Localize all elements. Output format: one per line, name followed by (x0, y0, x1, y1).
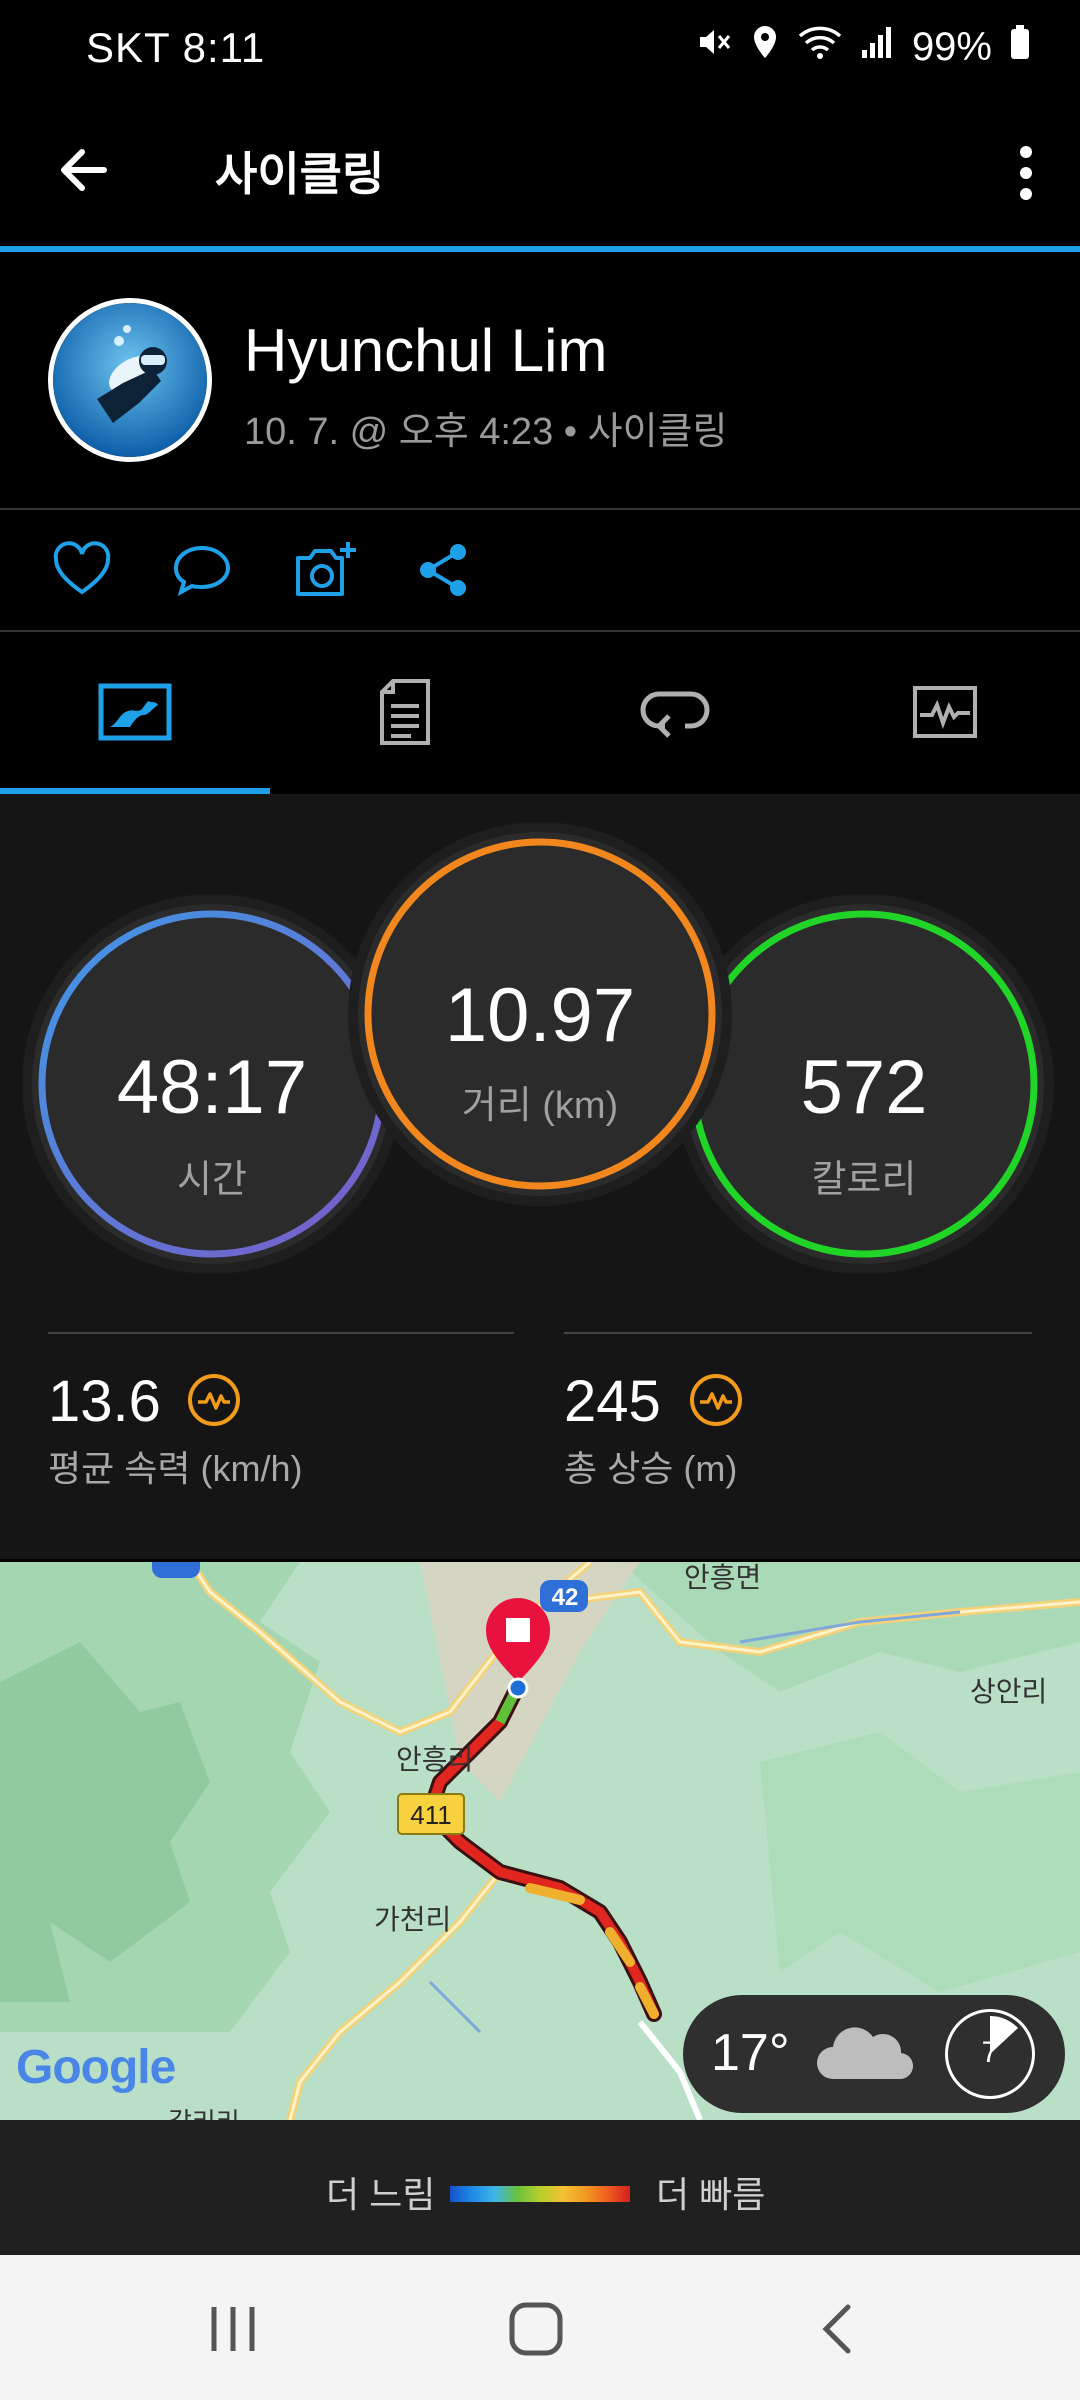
home-button[interactable] (504, 2297, 568, 2361)
tab-bar (0, 632, 1080, 792)
weather-temperature: 17° (711, 2024, 790, 2082)
user-name: Hyunchul Lim (244, 317, 608, 384)
document-icon (380, 679, 430, 745)
share-icon (420, 544, 466, 596)
calories-circle: 572 칼로리 (684, 904, 1044, 1264)
heart-icon (53, 541, 111, 595)
tab-charts[interactable] (810, 632, 1080, 792)
calories-value: 572 (800, 1045, 928, 1130)
battery-icon (1010, 24, 1030, 70)
overview-icon (98, 683, 172, 741)
comment-icon (173, 545, 231, 597)
status-carrier-time: SKT 8:11 (86, 24, 266, 71)
speed-gradient-bar (450, 2186, 630, 2202)
time-label: 시간 (177, 1159, 247, 1201)
recent-apps-button[interactable] (200, 2299, 266, 2359)
tab-overview[interactable] (0, 632, 270, 792)
total-ascent-value: 245 (564, 1369, 661, 1434)
action-row (0, 510, 1080, 630)
back-arrow-icon (61, 149, 107, 191)
distance-circle: 10.97 거리 (km) (358, 832, 722, 1196)
recents-icon (211, 2307, 255, 2351)
status-bar: SKT 8:11 99% (0, 0, 1080, 100)
wind-speed: 7 (981, 2036, 999, 2069)
stats-panel: 48:17 시간 572 칼로리 10.97 거리 (km) 13.6 평균 속… (0, 794, 1080, 1559)
app-bar: 사이클링 (0, 100, 1080, 250)
share-button[interactable] (414, 540, 474, 600)
wifi-icon (798, 24, 842, 70)
back-button[interactable] (54, 140, 114, 200)
weather-widget[interactable]: 17° 7 (683, 1995, 1065, 2113)
avatar[interactable] (48, 298, 212, 462)
stat-separator (48, 1332, 514, 1334)
map-label-gacheon-ri: 가천리 (374, 1904, 452, 1935)
comment-button[interactable] (172, 540, 232, 600)
avg-speed-label: 평균 속력 (km/h) (48, 1448, 303, 1489)
road-42-label: 42 (551, 1584, 579, 1611)
cloud-icon (813, 2021, 914, 2085)
distance-value: 10.97 (444, 973, 636, 1058)
calories-label: 칼로리 (811, 1159, 917, 1201)
tab-details[interactable] (270, 632, 540, 792)
legend-fast-label: 더 빠름 (656, 2174, 766, 2215)
battery-percent: 99% (911, 24, 992, 69)
time-circle: 48:17 시간 (32, 904, 392, 1264)
legend-slow-label: 더 느림 (326, 2174, 436, 2215)
add-photo-button[interactable] (292, 540, 358, 600)
map-label-anheung-myeon: 안흥면 (684, 1562, 762, 1593)
signal-icon (860, 24, 894, 70)
chevron-left-icon (822, 2304, 851, 2354)
wind-gauge-icon: 7 (945, 2009, 1035, 2099)
total-ascent-label: 총 상승 (m) (564, 1448, 738, 1489)
location-icon (750, 24, 780, 70)
avg-speed-value: 13.6 (48, 1369, 161, 1434)
camera-plus-icon (296, 542, 356, 596)
stat-separator (564, 1332, 1032, 1334)
more-vert-icon (1020, 146, 1032, 200)
header-accent-line (0, 246, 1080, 252)
status-icons: 99% (696, 24, 1030, 70)
home-icon (509, 2302, 563, 2356)
map-label-sangan-ri: 상안리 (970, 1676, 1048, 1707)
page-title: 사이클링 (215, 148, 385, 200)
total-ascent-pulse-icon[interactable] (690, 1374, 742, 1426)
chart-pulse-icon (913, 686, 977, 738)
system-navigation-bar (0, 2255, 1080, 2400)
map-label-gari-ri: 갈리리 (168, 2102, 240, 2120)
time-value: 48:17 (116, 1045, 308, 1130)
tab-laps[interactable] (540, 632, 810, 792)
map-label-anheung-ri: 안흥리 (396, 1744, 474, 1775)
diver-avatar-icon (53, 303, 207, 457)
distance-label: 거리 (km) (461, 1085, 619, 1127)
mute-icon (696, 24, 732, 70)
google-logo: Google (16, 2041, 176, 2094)
more-options-button[interactable] (996, 138, 1056, 208)
like-button[interactable] (52, 540, 112, 600)
road-411-label: 411 (410, 1800, 452, 1830)
speed-legend: 더 느림 더 빠름 (0, 2120, 1080, 2255)
loop-arrow-icon (640, 691, 710, 738)
avg-speed-pulse-icon[interactable] (188, 1374, 240, 1426)
activity-meta: 10. 7. @ 오후 4:23 • 사이클링 (244, 411, 728, 453)
system-back-button[interactable] (812, 2299, 862, 2359)
